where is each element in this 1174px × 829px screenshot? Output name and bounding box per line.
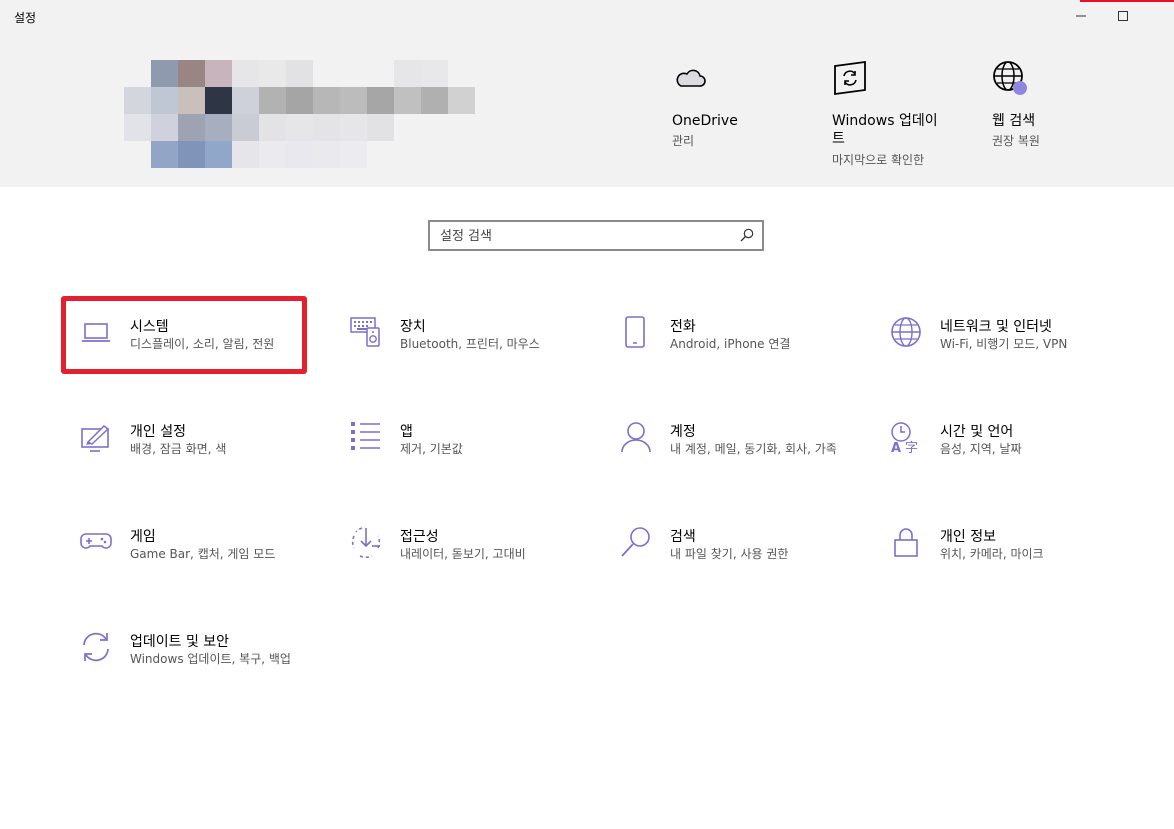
tile-personalization-subtitle: 배경, 잠금 화면, 색 [130,442,227,456]
tile-accounts-subtitle: 내 계정, 메일, 동기화, 회사, 가족 [670,442,837,456]
tile-apps[interactable]: 앱 제거, 기본값 [350,421,610,501]
tile-phone-subtitle: Android, iPhone 연결 [670,337,791,351]
apps-list-icon [351,422,380,450]
tile-accessibility-subtitle: 내레이터, 돋보기, 고대비 [400,547,526,561]
web-search-title: 웹 검색 [992,113,1036,129]
windows-update-title-line2: 트 [832,131,845,147]
svg-text:A: A [891,441,901,453]
tile-update-security-subtitle: Windows 업데이트, 복구, 백업 [130,652,291,666]
globe-icon [891,317,921,347]
windows-update-icon [834,60,866,96]
onedrive-title: OneDrive [672,113,738,129]
tile-search[interactable]: 검색 내 파일 찾기, 사용 권한 [620,526,880,606]
quick-link-windows-update[interactable]: Windows 업데이 트 마지막으로 확인한 [832,60,938,167]
tile-privacy-title: 개인 정보 [940,529,996,545]
web-search-subtitle: 권장 복원 [992,134,1040,148]
tile-personalization-title: 개인 설정 [130,424,186,440]
accessibility-icon [351,527,381,558]
tile-accessibility[interactable]: 접근성 내레이터, 돋보기, 고대비 [350,526,610,606]
update-sync-icon [83,632,109,662]
quick-link-web-search[interactable]: 웹 검색 권장 복원 [992,60,1040,148]
account-header: OneDrive 관리 Windows 업데이 트 마지막으로 확인한 웹 검색… [0,32,1174,187]
svg-text:字: 字 [905,441,918,453]
tile-update-security[interactable]: 업데이트 및 보안 Windows 업데이트, 복구, 백업 [80,631,340,711]
user-avatar-blurred[interactable] [124,60,475,168]
title-bar: 설정 [0,0,1174,32]
window-title: 설정 [14,11,37,25]
time-language-icon: A 字 [891,422,918,453]
status-dot [1013,81,1027,95]
tile-network-subtitle: Wi-Fi, 비행기 모드, VPN [940,337,1068,351]
tile-network[interactable]: 네트워크 및 인터넷 Wi-Fi, 비행기 모드, VPN [890,316,1150,396]
tile-search-subtitle: 내 파일 찾기, 사용 권한 [670,547,789,561]
web-search-globe-icon [993,61,1027,95]
tile-accounts[interactable]: 계정 내 계정, 메일, 동기화, 회사, 가족 [620,421,880,501]
settings-search-box[interactable] [428,220,764,251]
maximize-icon [1118,11,1128,21]
tile-personalization[interactable]: 개인 설정 배경, 잠금 화면, 색 [80,421,340,501]
tile-privacy[interactable]: 개인 정보 위치, 카메라, 마이크 [890,526,1150,606]
tile-network-title: 네트워크 및 인터넷 [940,319,1052,335]
tile-apps-subtitle: 제거, 기본값 [400,442,463,456]
tile-gaming-subtitle: Game Bar, 캡처, 게임 모드 [130,547,276,561]
tile-devices[interactable]: 장치 Bluetooth, 프린터, 마우스 [350,316,610,396]
minimize-button[interactable] [1058,0,1104,32]
tile-devices-title: 장치 [400,319,426,335]
close-button[interactable] [1146,0,1174,32]
tile-devices-subtitle: Bluetooth, 프린터, 마우스 [400,337,540,351]
tile-update-security-title: 업데이트 및 보안 [130,634,230,650]
tile-accounts-title: 계정 [670,424,696,440]
maximize-button[interactable] [1100,0,1146,32]
person-icon [621,422,651,453]
settings-search-input[interactable] [440,226,730,246]
tile-time-language-title: 시간 및 언어 [940,424,1014,440]
tile-privacy-subtitle: 위치, 카메라, 마이크 [940,547,1044,561]
search-icon[interactable] [740,228,754,242]
tile-gaming-title: 게임 [130,529,156,545]
tile-time-language[interactable]: A 字 시간 및 언어 음성, 지역, 날짜 [890,421,1150,501]
tile-phone[interactable]: 전화 Android, iPhone 연결 [620,316,880,396]
tile-phone-title: 전화 [670,319,696,335]
annotation-highlight-box [61,296,307,374]
phone-icon [625,316,645,348]
search-magnifier-icon [621,527,650,557]
tile-accessibility-title: 접근성 [400,529,439,545]
lock-icon [894,528,918,557]
onedrive-subtitle: 관리 [672,134,695,148]
quick-link-onedrive[interactable]: OneDrive 관리 [672,60,738,148]
tile-gaming[interactable]: 게임 Game Bar, 캡처, 게임 모드 [80,526,340,606]
keyboard-speaker-icon [350,317,380,347]
onedrive-cloud-icon [676,69,706,87]
tile-time-language-subtitle: 음성, 지역, 날짜 [940,442,1022,456]
gamepad-icon [80,533,112,549]
personalization-icon [81,425,110,452]
tile-search-title: 검색 [670,529,696,545]
tile-apps-title: 앱 [400,424,413,440]
minimize-icon [1076,15,1086,17]
windows-update-title-line1: Windows 업데이 [832,113,938,129]
windows-update-subtitle: 마지막으로 확인한 [832,153,925,167]
